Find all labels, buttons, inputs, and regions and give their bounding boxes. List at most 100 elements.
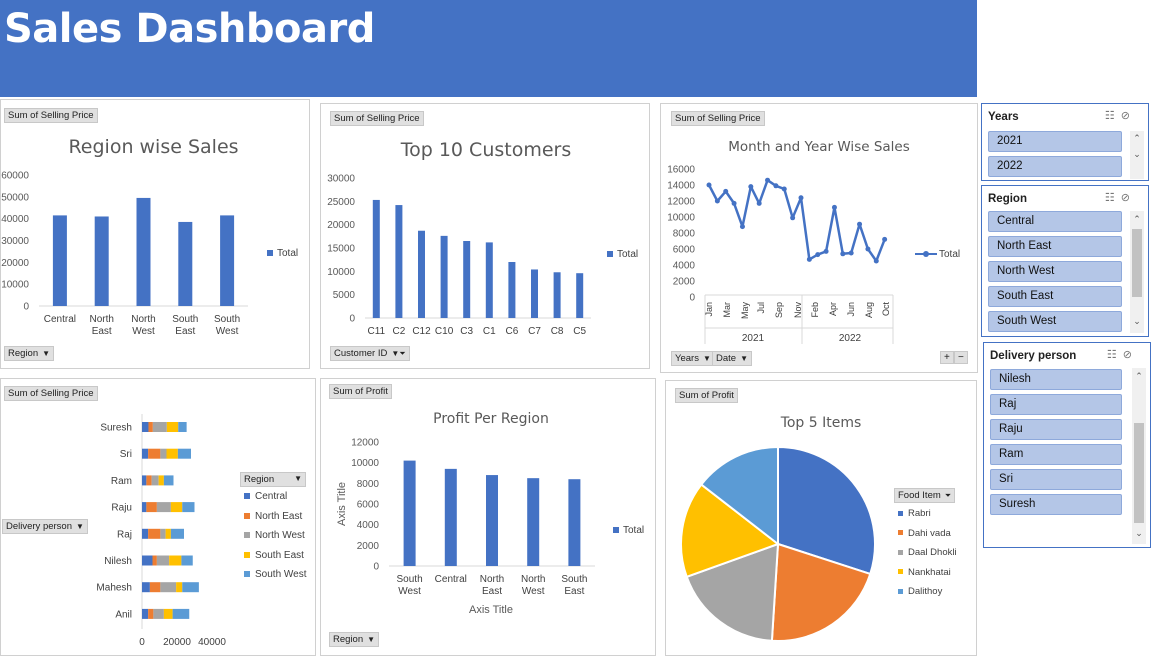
- x-tick-label: West: [522, 586, 545, 597]
- y-tick-label: 8000: [357, 479, 380, 490]
- stacked-bar-segment: [163, 608, 173, 619]
- scroll-up-icon[interactable]: ⌃: [1130, 214, 1144, 225]
- y-tick-label: 0: [23, 302, 29, 313]
- slicer-scrollbar[interactable]: ⌃ ⌄: [1132, 368, 1146, 544]
- dropdown-arrow-icon: ▼: [42, 349, 51, 358]
- customer-filter-button[interactable]: Customer ID ▼⏷: [330, 346, 410, 361]
- y-tick-label: 20000: [1, 258, 29, 269]
- y-tick-label: 8000: [673, 229, 696, 240]
- date-filter-button[interactable]: Date ▼: [712, 351, 752, 366]
- multi-select-icon[interactable]: ☷: [1105, 192, 1121, 204]
- region-filter-button[interactable]: Region ▼: [4, 346, 55, 361]
- y-tick-label: 12000: [351, 438, 379, 449]
- x-tick-label: C7: [528, 326, 541, 337]
- x-tick-label: C3: [460, 326, 473, 337]
- bar: [531, 269, 538, 318]
- slicer-item[interactable]: 2022: [988, 156, 1122, 177]
- y-tick-label: 16000: [667, 165, 695, 176]
- x-tick-label: Jun: [846, 302, 856, 317]
- x-tick-label: Sep: [774, 302, 784, 318]
- data-point: [781, 186, 787, 192]
- y-tick-label: 10000: [667, 213, 695, 224]
- top-customers-chart: 30000 25000 20000 15000 10000 5000 0 C11 C2 C12 C1…: [327, 174, 591, 337]
- x-tick-label: East: [564, 586, 584, 597]
- bar: [444, 468, 457, 566]
- multi-select-icon[interactable]: ☷: [1105, 110, 1121, 122]
- slicer-scrollbar[interactable]: ⌃ ⌄: [1130, 211, 1144, 333]
- slicer-item[interactable]: Raju: [990, 419, 1122, 440]
- filter-funnel-icon: ⏷: [944, 491, 952, 500]
- legend-region-button[interactable]: Region ▼: [240, 472, 306, 487]
- legend-label: North East: [255, 510, 303, 522]
- slicer-item[interactable]: North West: [988, 261, 1122, 282]
- food-item-filter-button[interactable]: Food Item ⏷: [894, 488, 956, 503]
- chart-legend: Total: [915, 249, 960, 260]
- legend-entry: Rabri: [898, 508, 957, 528]
- y-tick-label: 30000: [1, 236, 29, 247]
- x-tick-label: May: [740, 302, 750, 320]
- chart-legend: Total: [267, 248, 298, 259]
- x-tick-label: North: [521, 574, 545, 585]
- chart-legend: Total: [607, 249, 638, 260]
- data-point: [714, 198, 720, 204]
- slicer-item[interactable]: Sri: [990, 469, 1122, 490]
- slicer-item[interactable]: Central: [988, 211, 1122, 232]
- clear-filter-icon[interactable]: ⊘: [1121, 192, 1136, 204]
- scroll-thumb[interactable]: [1132, 229, 1142, 297]
- slicer-item[interactable]: South West: [988, 311, 1122, 332]
- slicer-item[interactable]: 2021: [988, 131, 1122, 152]
- stacked-bar-segment: [142, 582, 150, 593]
- slicer-item[interactable]: Nilesh: [990, 369, 1122, 390]
- bar: [52, 215, 67, 306]
- slicer-item[interactable]: Ram: [990, 444, 1122, 465]
- slicer-scrollbar[interactable]: ⌃ ⌄: [1130, 131, 1144, 179]
- clear-filter-icon[interactable]: ⊘: [1121, 110, 1136, 122]
- data-point: [815, 252, 821, 258]
- clear-filter-icon[interactable]: ⊘: [1123, 349, 1138, 361]
- y-tick-label: 6000: [673, 245, 696, 256]
- bar: [94, 216, 109, 306]
- bar: [395, 205, 403, 318]
- delivery-person-panel: Sum of Selling Price Suresh Sri Ram Raju Raj…: [0, 378, 316, 656]
- delivery-person-filter-button[interactable]: Delivery person ▼: [2, 519, 88, 534]
- region-slicer: Region ☷⊘ Central North East North West Sou…: [981, 185, 1149, 337]
- y-tick-label: 0: [689, 293, 695, 304]
- legend-swatch-icon: [898, 549, 903, 555]
- scroll-up-icon[interactable]: ⌃: [1130, 133, 1144, 144]
- scroll-down-icon[interactable]: ⌄: [1130, 149, 1144, 160]
- bar: [372, 199, 380, 318]
- legend-entry: Dahi vada: [898, 528, 957, 548]
- slicer-item[interactable]: North East: [988, 236, 1122, 257]
- y-tick-label: 0: [349, 314, 355, 325]
- legend-swatch-icon: [267, 250, 273, 257]
- slicer-header: Region: [988, 193, 1027, 205]
- legend-label: Central: [255, 491, 288, 502]
- legend-label: Dalithoy: [908, 586, 943, 597]
- data-point: [806, 256, 812, 262]
- y-tick-label: 4000: [357, 520, 380, 531]
- years-filter-button[interactable]: Years ▼: [671, 351, 715, 366]
- slicer-item[interactable]: Suresh: [990, 494, 1122, 515]
- y-tick-label: Anil: [115, 609, 132, 620]
- stacked-bar-segment: [160, 582, 177, 593]
- stacked-bar-segment: [165, 528, 171, 539]
- collapse-field-button[interactable]: −: [954, 351, 968, 364]
- expand-field-button[interactable]: +: [940, 351, 954, 364]
- x-tick-label: South: [214, 314, 240, 325]
- slicer-item[interactable]: South East: [988, 286, 1122, 307]
- region-filter-button[interactable]: Region ▼: [329, 632, 380, 647]
- legend-label: Nankhatai: [908, 566, 951, 578]
- scroll-up-icon[interactable]: ⌃: [1132, 371, 1146, 382]
- legend-swatch-icon: [898, 588, 903, 594]
- multi-select-icon[interactable]: ☷: [1107, 349, 1123, 361]
- scroll-down-icon[interactable]: ⌄: [1132, 528, 1146, 539]
- bar: [220, 215, 235, 306]
- years-slicer: Years ☷⊘ 2021 2022 ⌃ ⌄: [981, 103, 1149, 181]
- scroll-down-icon[interactable]: ⌄: [1130, 316, 1144, 327]
- legend-line-icon: [915, 251, 937, 258]
- slicer-item[interactable]: Raj: [990, 394, 1122, 415]
- y-tick-label: 6000: [357, 500, 380, 511]
- scroll-thumb[interactable]: [1134, 423, 1144, 523]
- stacked-bar-segment: [142, 502, 147, 513]
- x-tick-label: Central: [435, 574, 467, 585]
